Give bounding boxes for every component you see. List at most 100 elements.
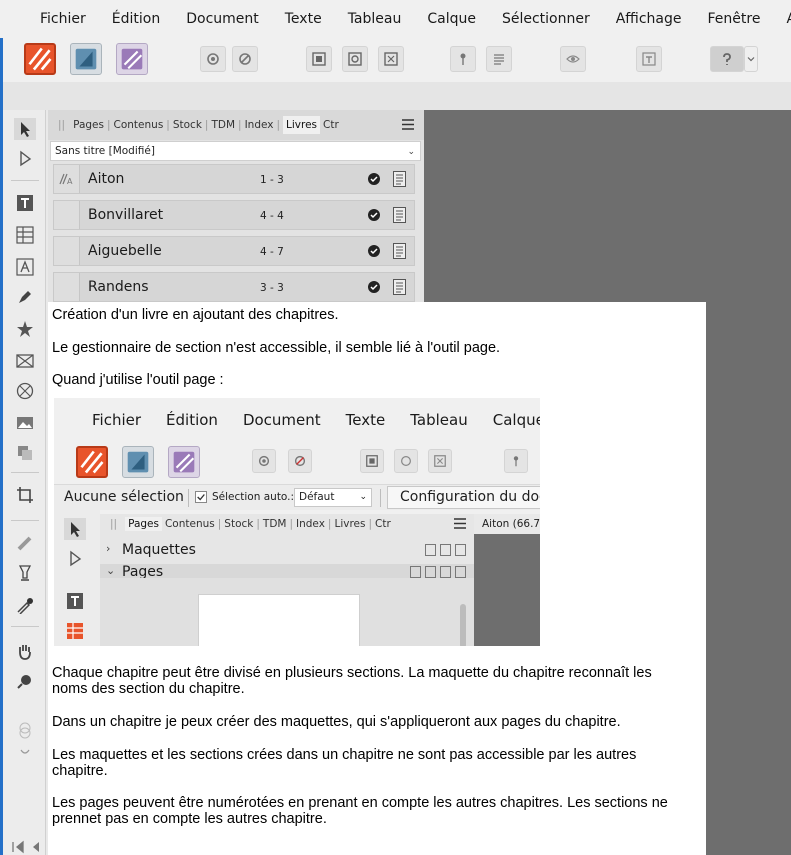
photo-persona-icon <box>121 48 143 70</box>
eye-icon <box>566 55 580 63</box>
zoom-tool[interactable] <box>14 670 36 692</box>
menu-tableau[interactable]: Tableau <box>348 11 402 27</box>
menu-affichage[interactable]: Affichage <box>616 11 682 27</box>
crop-frame-button[interactable] <box>378 46 404 72</box>
masters-section-label: Maquettes <box>122 542 196 558</box>
help-dropdown-button[interactable] <box>744 46 758 72</box>
tab-ctr[interactable]: Ctr <box>323 119 339 131</box>
embedded-tab-tdm: TDM <box>262 518 287 530</box>
hamburger-menu-icon[interactable] <box>402 119 414 130</box>
hamburger-menu-icon <box>454 518 466 529</box>
tab-contenus[interactable]: Contenus <box>114 119 164 131</box>
gear-icon <box>252 449 276 473</box>
picture-frame-tool[interactable] <box>14 350 36 372</box>
frame-text-button[interactable] <box>306 46 332 72</box>
text-frame-tool-icon <box>64 590 86 612</box>
text-align-button[interactable] <box>486 46 512 72</box>
frame-text-tool[interactable] <box>14 192 36 214</box>
embedded-tab-stock: Stock <box>224 518 254 530</box>
help-button[interactable] <box>710 46 744 72</box>
menu-fenetre[interactable]: Fenêtre <box>708 11 761 27</box>
table-tool[interactable] <box>14 224 36 246</box>
separator <box>188 489 189 507</box>
tab-index[interactable]: Index <box>245 119 274 131</box>
menu-bar: Fichier Édition Document Texte Tableau C… <box>0 0 791 38</box>
menu-calque[interactable]: Calque <box>427 11 476 27</box>
panel-collapse-alt[interactable] <box>25 836 47 855</box>
page-tool-icon <box>64 620 86 642</box>
crop-frame-icon <box>384 52 398 66</box>
crop-icon <box>17 487 33 503</box>
view-tool[interactable] <box>14 640 36 662</box>
move-tool[interactable] <box>14 118 36 140</box>
photo-persona-button[interactable] <box>116 43 148 75</box>
tab-separator: | <box>166 119 170 131</box>
designer-persona-button[interactable] <box>70 43 102 75</box>
publisher-persona-button[interactable] <box>24 43 56 75</box>
frame-icon <box>360 449 384 473</box>
artistic-text-tool[interactable] <box>14 256 36 278</box>
snapping-icon <box>288 449 312 473</box>
tab-separator: | <box>256 518 260 530</box>
crop-tool[interactable] <box>14 484 36 506</box>
pin-button[interactable] <box>450 46 476 72</box>
main-toolbar <box>0 38 791 82</box>
color-wheel[interactable] <box>14 720 36 742</box>
separator <box>380 489 381 507</box>
frame-icon <box>312 52 326 66</box>
stack-icon <box>18 446 32 460</box>
transparency-tool[interactable] <box>14 562 36 584</box>
chapter-row[interactable]: A Aiton 1 - 3 <box>53 164 415 194</box>
color-picker-tool[interactable] <box>14 594 36 616</box>
tab-pages[interactable]: Pages <box>73 119 104 131</box>
fill-tool[interactable] <box>14 532 36 554</box>
text-frame-icon <box>642 52 656 66</box>
pen-tool[interactable] <box>14 286 36 308</box>
wrap-button[interactable] <box>342 46 368 72</box>
ellipse-frame-tool[interactable] <box>14 380 36 402</box>
settings-button[interactable] <box>200 46 226 72</box>
text-frame-button[interactable] <box>636 46 662 72</box>
document-icon[interactable] <box>393 171 406 187</box>
tool-separator <box>11 626 39 627</box>
publisher-persona-icon <box>28 47 52 71</box>
menu-aide[interactable]: Ai <box>786 11 791 27</box>
tab-livres[interactable]: Livres <box>283 116 321 134</box>
book-selector[interactable]: Sans titre [Modifié] ⌄ <box>50 141 421 161</box>
chevron-down-icon: ⌄ <box>106 564 116 577</box>
view-tool-small[interactable] <box>14 442 36 464</box>
document-icon[interactable] <box>393 279 406 295</box>
tab-tdm[interactable]: TDM <box>211 119 235 131</box>
color-circles-icon <box>19 722 31 739</box>
menu-edition[interactable]: Édition <box>112 11 160 27</box>
node-tool[interactable] <box>14 148 36 170</box>
chapter-icon-slot <box>54 273 80 301</box>
chapter-row[interactable]: Bonvillaret 4 - 4 <box>53 200 415 230</box>
document-icon[interactable] <box>393 243 406 259</box>
table-icon <box>16 226 34 244</box>
menu-document[interactable]: Document <box>186 11 259 27</box>
document-icon[interactable] <box>393 207 406 223</box>
chapter-row[interactable]: Aiguebelle 4 - 7 <box>53 236 415 266</box>
fill-icon <box>17 536 32 551</box>
wrap-icon <box>348 52 362 66</box>
tools-panel <box>3 110 46 855</box>
menu-selectionner[interactable]: Sélectionner <box>502 11 590 27</box>
chapter-row[interactable]: Randens 3 - 3 <box>53 272 415 302</box>
panel-grip-icon[interactable]: || <box>58 119 65 131</box>
snapping-button[interactable] <box>232 46 258 72</box>
star-tool[interactable] <box>14 318 36 340</box>
tab-stock[interactable]: Stock <box>173 119 202 131</box>
chapter-master-icon: A <box>54 165 80 193</box>
swap-colors[interactable] <box>14 742 36 764</box>
note-paragraph: Création d'un livre en ajoutant des chap… <box>52 307 339 323</box>
embedded-menu-fichier: Fichier <box>92 411 142 429</box>
menu-texte[interactable]: Texte <box>285 11 322 27</box>
embedded-menu-edition: Édition <box>166 411 218 429</box>
note-paragraph: Les pages peuvent être numérotées en pre… <box>52 795 668 827</box>
menu-fichier[interactable]: Fichier <box>40 11 86 27</box>
preview-button[interactable] <box>560 46 586 72</box>
place-image-tool[interactable] <box>14 412 36 434</box>
scrollbar <box>460 604 466 646</box>
chapter-name: Aiton <box>88 171 125 187</box>
